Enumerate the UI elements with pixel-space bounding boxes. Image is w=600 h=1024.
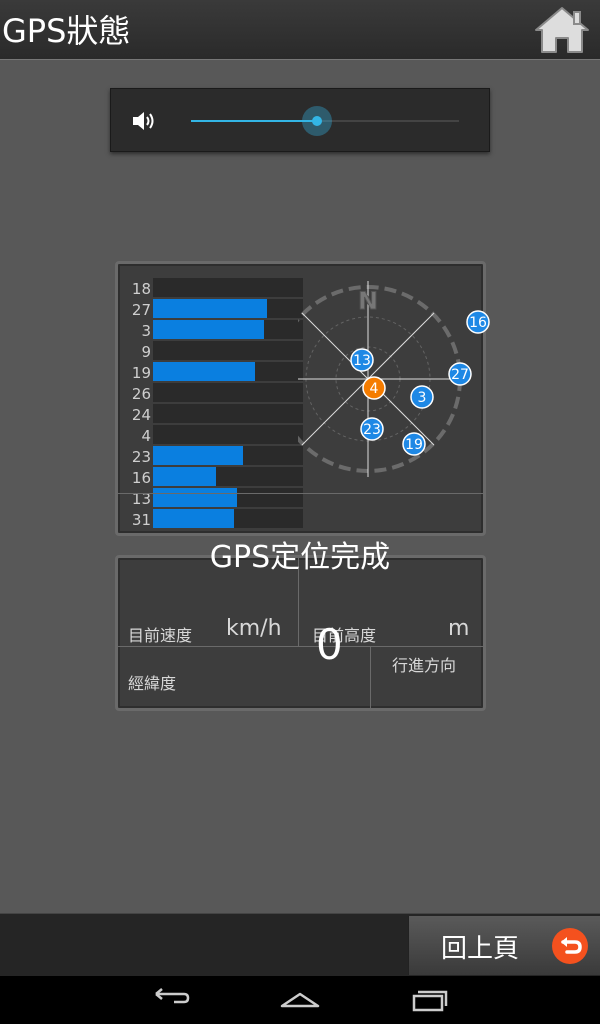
compass-north-label: N (358, 287, 378, 315)
satellite-panel-divider (118, 493, 483, 494)
sky-satellite-label: 19 (405, 437, 423, 453)
coords-label: 經緯度 (128, 674, 177, 693)
satellite-signal-list: 18 27 3 9 19 26 24 4 23 16 13 31 (123, 277, 303, 529)
satellite-panel: 18 27 3 9 19 26 24 4 23 16 13 31 N 13 4 3 23 19 27 16 (115, 261, 490, 536)
satellite-id-label: 9 (141, 343, 151, 361)
bottom-bar: 回上頁 (0, 913, 600, 976)
satellite-signal-track (153, 278, 303, 297)
info-divider-vertical-2 (370, 646, 371, 708)
back-page-label: 回上頁 (441, 934, 520, 964)
undo-icon (552, 928, 588, 964)
satellite-signal-track (153, 467, 303, 486)
satellite-signal-bar (153, 299, 267, 318)
satellite-id-label: 31 (131, 511, 151, 529)
satellite-signal-track (153, 446, 303, 465)
satellite-signal-bar (153, 488, 237, 507)
satellite-signal-track (153, 320, 303, 339)
satellite-id-label: 3 (141, 322, 151, 340)
satellite-id-label: 4 (141, 427, 151, 445)
satellite-signal-track (153, 488, 303, 507)
sky-satellite-label: 13 (353, 353, 371, 369)
satellite-signal-track (153, 362, 303, 381)
sky-satellite-label: 4 (370, 381, 379, 397)
satellite-id-label: 18 (131, 280, 151, 298)
volume-slider-fill (191, 120, 317, 122)
heading-label: 行進方向 (392, 656, 457, 675)
sky-satellite-marker: 23 (360, 417, 384, 441)
satellite-signal-bar (153, 446, 243, 465)
app-header: GPS狀態 (0, 0, 600, 60)
satellite-signal-row: 27 (123, 298, 303, 319)
sky-satellite-marker: 27 (448, 362, 472, 386)
sky-satellite-label: 23 (363, 422, 381, 438)
back-page-button[interactable]: 回上頁 (408, 916, 600, 975)
altitude-unit: m (448, 616, 470, 641)
satellite-signal-row: 18 (123, 277, 303, 298)
speaker-icon (133, 112, 154, 130)
sky-satellite-label: 27 (451, 367, 469, 383)
satellite-signal-track (153, 404, 303, 423)
satellite-signal-bar (153, 509, 234, 528)
sky-satellite-marker: 19 (402, 432, 426, 456)
satellite-signal-track (153, 383, 303, 402)
satellite-signal-row: 13 (123, 487, 303, 508)
gps-status-text: GPS定位完成 (209, 540, 391, 575)
home-button[interactable] (532, 4, 592, 56)
satellite-signal-bar (153, 320, 264, 339)
nav-back-icon[interactable] (150, 984, 194, 1016)
sky-satellite-marker: 16 (466, 310, 490, 334)
satellite-signal-row: 24 (123, 403, 303, 424)
satellite-signal-row: 26 (123, 382, 303, 403)
satellite-signal-row: 9 (123, 340, 303, 361)
altitude-value: 0 (316, 620, 343, 669)
satellite-signal-row: 19 (123, 361, 303, 382)
volume-slider-thumb[interactable] (301, 106, 332, 136)
satellite-signal-bar (153, 467, 216, 486)
satellite-id-label: 26 (131, 385, 151, 403)
home-icon (535, 7, 589, 53)
speed-label: 目前速度 (128, 626, 193, 645)
sky-satellite-marker: 4 (362, 376, 386, 400)
satellite-signal-bar (153, 362, 255, 381)
satellite-signal-row: 31 (123, 508, 303, 529)
system-nav-bar (0, 976, 600, 1024)
satellite-sky-view: N 13 4 3 23 19 27 16 (298, 281, 490, 477)
satellite-id-label: 23 (131, 448, 151, 466)
satellite-signal-track (153, 509, 303, 528)
sky-satellite-label: 16 (469, 315, 487, 331)
satellite-signal-track (153, 299, 303, 318)
satellite-id-label: 16 (131, 469, 151, 487)
satellite-signal-track (153, 425, 303, 444)
sky-satellite-marker: 13 (350, 348, 374, 372)
speed-unit: km/h (226, 616, 282, 641)
satellite-signal-row: 16 (123, 466, 303, 487)
info-divider-horizontal (118, 646, 483, 647)
nav-home-icon[interactable] (278, 984, 322, 1016)
satellite-signal-row: 4 (123, 424, 303, 445)
volume-panel (110, 88, 490, 152)
volume-slider[interactable] (191, 106, 459, 136)
satellite-id-label: 19 (131, 364, 151, 382)
page-title: GPS狀態 (2, 12, 131, 50)
satellite-id-label: 27 (131, 301, 151, 319)
satellite-signal-row: 3 (123, 319, 303, 340)
sky-satellite-marker: 3 (410, 385, 434, 409)
satellite-signal-track (153, 341, 303, 360)
satellite-id-label: 24 (131, 406, 151, 424)
satellite-signal-row: 23 (123, 445, 303, 466)
nav-recents-icon[interactable] (408, 984, 452, 1016)
sky-satellite-label: 3 (418, 390, 427, 406)
